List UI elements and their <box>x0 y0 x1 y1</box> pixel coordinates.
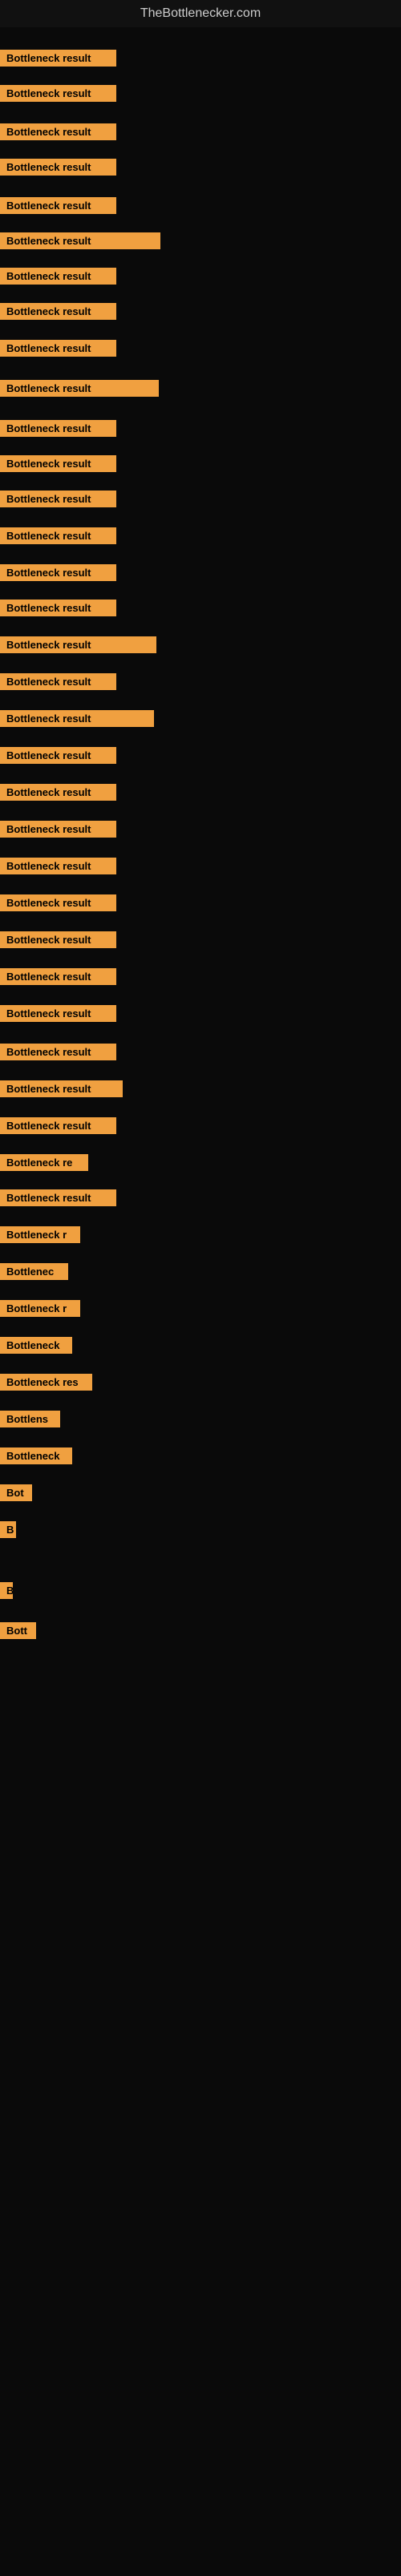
bottleneck-item: Bottleneck result <box>0 821 116 842</box>
bottleneck-item: Bottleneck result <box>0 564 116 585</box>
bottleneck-item: Bottleneck result <box>0 303 116 324</box>
site-title: TheBottlenecker.com <box>0 0 401 27</box>
bottleneck-item: Bottleneck r <box>0 1226 80 1247</box>
bottleneck-item: Bottleneck result <box>0 50 116 71</box>
bottleneck-badge[interactable]: Bottleneck r <box>0 1300 80 1317</box>
bottleneck-badge[interactable]: Bottleneck result <box>0 1044 116 1060</box>
bottleneck-item: Bottleneck result <box>0 1117 116 1138</box>
bottleneck-item: Bottleneck result <box>0 340 116 361</box>
bottleneck-badge[interactable]: Bottleneck result <box>0 340 116 357</box>
bottleneck-item: Bottleneck result <box>0 420 116 441</box>
bottleneck-badge[interactable]: Bottleneck result <box>0 821 116 838</box>
bottleneck-badge[interactable]: Bottleneck result <box>0 491 116 507</box>
bottleneck-badge[interactable]: Bottleneck result <box>0 673 116 690</box>
bottleneck-badge[interactable]: Bottleneck result <box>0 268 116 285</box>
bottleneck-badge[interactable]: Bottleneck result <box>0 303 116 320</box>
bottleneck-item: Bottleneck result <box>0 784 116 805</box>
bottleneck-badge[interactable]: Bottleneck result <box>0 600 116 616</box>
bottleneck-badge[interactable]: Bottleneck result <box>0 85 116 102</box>
bottleneck-item: Bottleneck result <box>0 636 156 657</box>
bottleneck-badge[interactable]: Bottleneck result <box>0 232 160 249</box>
bottleneck-badge[interactable]: Bottleneck result <box>0 455 116 472</box>
bottleneck-badge[interactable]: Bottleneck result <box>0 380 159 397</box>
bottleneck-item: Bottlenec <box>0 1263 68 1284</box>
bottleneck-item: Bottleneck result <box>0 673 116 694</box>
bottleneck-item: Bottleneck result <box>0 268 116 289</box>
bottleneck-badge[interactable]: Bottleneck r <box>0 1226 80 1243</box>
bottleneck-item: Bottleneck result <box>0 232 160 253</box>
bottleneck-item: Bottleneck <box>0 1447 72 1468</box>
bottleneck-badge[interactable]: Bottlenec <box>0 1263 68 1280</box>
bottleneck-item: Bottleneck result <box>0 1005 116 1026</box>
bottleneck-item: Bottleneck result <box>0 197 116 218</box>
bottleneck-item: B <box>0 1521 16 1542</box>
bottleneck-badge[interactable]: Bottleneck <box>0 1337 72 1354</box>
bottleneck-badge[interactable]: B <box>0 1582 13 1599</box>
bottleneck-badge[interactable]: Bottlens <box>0 1411 60 1427</box>
bottleneck-item: Bot <box>0 1484 32 1505</box>
bottleneck-badge[interactable]: Bottleneck result <box>0 710 154 727</box>
bottleneck-badge[interactable]: Bottleneck result <box>0 197 116 214</box>
bottleneck-badge[interactable]: Bottleneck result <box>0 894 116 911</box>
bottleneck-badge[interactable]: Bottleneck result <box>0 527 116 544</box>
bottleneck-badge[interactable]: Bottleneck res <box>0 1374 92 1391</box>
bottleneck-item: Bottleneck r <box>0 1300 80 1321</box>
bottleneck-item: Bottleneck result <box>0 455 116 476</box>
bottleneck-item: Bottleneck result <box>0 931 116 952</box>
bottleneck-item: Bottleneck result <box>0 710 154 731</box>
bottleneck-item: Bottleneck result <box>0 1189 116 1210</box>
bottleneck-item: Bottlens <box>0 1411 60 1431</box>
bottleneck-badge[interactable]: Bot <box>0 1484 32 1501</box>
bottleneck-item: Bottleneck result <box>0 380 159 401</box>
bottleneck-badge[interactable]: Bottleneck result <box>0 1189 116 1206</box>
bottleneck-badge[interactable]: Bott <box>0 1622 36 1639</box>
bottleneck-item: Bottleneck result <box>0 491 116 511</box>
bottleneck-badge[interactable]: Bottleneck result <box>0 858 116 874</box>
bottleneck-badge[interactable]: B <box>0 1521 16 1538</box>
bottleneck-item: Bottleneck re <box>0 1154 88 1175</box>
bottleneck-badge[interactable]: Bottleneck result <box>0 784 116 801</box>
bottleneck-badge[interactable]: Bottleneck result <box>0 931 116 948</box>
bottleneck-item: Bottleneck result <box>0 1044 116 1064</box>
bottleneck-item: Bottleneck result <box>0 600 116 620</box>
bottleneck-badge[interactable]: Bottleneck <box>0 1447 72 1464</box>
bottleneck-item: B <box>0 1582 13 1603</box>
bottleneck-badge[interactable]: Bottleneck result <box>0 1005 116 1022</box>
bottleneck-item: Bottleneck result <box>0 858 116 878</box>
bottleneck-item: Bottleneck result <box>0 1080 123 1101</box>
bottleneck-item: Bottleneck result <box>0 527 116 548</box>
bottleneck-item: Bottleneck result <box>0 894 116 915</box>
bottleneck-badge[interactable]: Bottleneck re <box>0 1154 88 1171</box>
bottleneck-badge[interactable]: Bottleneck result <box>0 1080 123 1097</box>
bottleneck-badge[interactable]: Bottleneck result <box>0 123 116 140</box>
bottleneck-item: Bottleneck result <box>0 968 116 989</box>
bottleneck-badge[interactable]: Bottleneck result <box>0 968 116 985</box>
bottleneck-item: Bottleneck res <box>0 1374 92 1395</box>
bottleneck-item: Bottleneck result <box>0 747 116 768</box>
bottleneck-badge[interactable]: Bottleneck result <box>0 159 116 176</box>
bottleneck-item: Bott <box>0 1622 36 1643</box>
bottleneck-badge[interactable]: Bottleneck result <box>0 636 156 653</box>
bottleneck-badge[interactable]: Bottleneck result <box>0 747 116 764</box>
bottleneck-item: Bottleneck result <box>0 85 116 106</box>
bottleneck-badge[interactable]: Bottleneck result <box>0 420 116 437</box>
bottleneck-item: Bottleneck <box>0 1337 72 1358</box>
bottleneck-badge[interactable]: Bottleneck result <box>0 1117 116 1134</box>
bottleneck-badge[interactable]: Bottleneck result <box>0 564 116 581</box>
bottleneck-item: Bottleneck result <box>0 123 116 144</box>
bottleneck-badge[interactable]: Bottleneck result <box>0 50 116 67</box>
bottleneck-item: Bottleneck result <box>0 159 116 180</box>
